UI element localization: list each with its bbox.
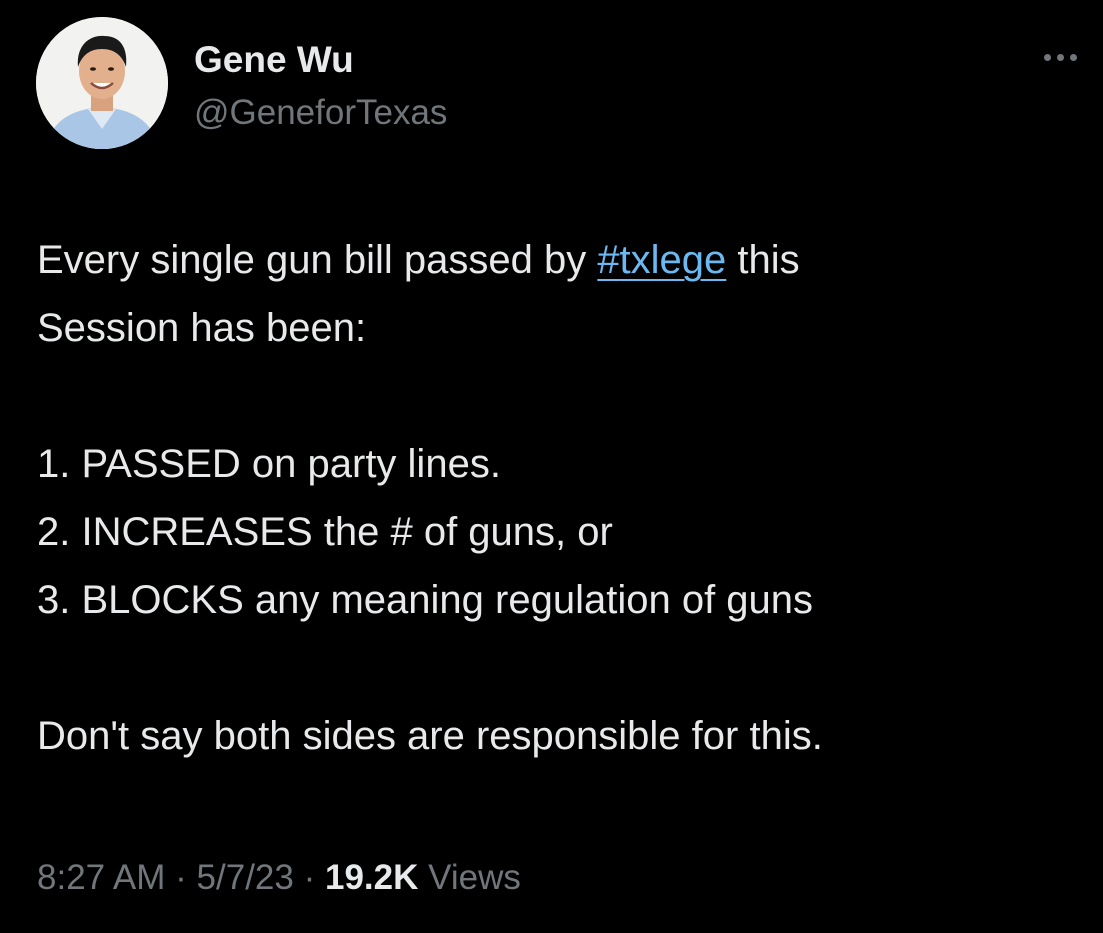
more-dot bbox=[1069, 53, 1077, 61]
author-handle[interactable]: @GeneforTexas bbox=[194, 93, 447, 133]
author-name[interactable]: Gene Wu bbox=[194, 39, 354, 81]
tweet-date[interactable]: 5/7/23 bbox=[197, 858, 294, 897]
tweet-line: Every single gun bill passed by #txlege … bbox=[37, 226, 1077, 294]
list-item: 3. BLOCKS any meaning regulation of guns bbox=[37, 578, 814, 622]
avatar[interactable] bbox=[36, 17, 168, 149]
tweet-time[interactable]: 8:27 AM bbox=[37, 858, 165, 897]
tweet-text-fragment: Every single gun bill passed by bbox=[37, 238, 598, 282]
tweet-line: Session has been: bbox=[37, 306, 367, 350]
tweet-text-fragment: this bbox=[726, 238, 800, 282]
views-count[interactable]: 19.2K bbox=[325, 858, 418, 897]
tweet-metadata: 8:27 AM · 5/7/23 · 19.2K Views bbox=[37, 858, 521, 898]
hashtag-link[interactable]: #txlege bbox=[597, 238, 726, 282]
list-item: 2. INCREASES the # of guns, or bbox=[37, 510, 613, 554]
separator: · bbox=[303, 858, 316, 897]
separator: · bbox=[175, 858, 187, 897]
more-options-icon[interactable] bbox=[1032, 37, 1088, 77]
tweet-text: Every single gun bill passed by #txlege … bbox=[37, 226, 1077, 770]
more-dot bbox=[1056, 53, 1064, 61]
more-dot bbox=[1043, 53, 1051, 61]
tweet-header: Gene Wu @GeneforTexas bbox=[36, 17, 1077, 151]
profile-photo-icon bbox=[36, 17, 168, 149]
tweet-closing-line: Don't say both sides are responsible for… bbox=[37, 714, 823, 758]
views-label[interactable]: Views bbox=[428, 858, 521, 897]
list-item: 1. PASSED on party lines. bbox=[37, 442, 501, 486]
